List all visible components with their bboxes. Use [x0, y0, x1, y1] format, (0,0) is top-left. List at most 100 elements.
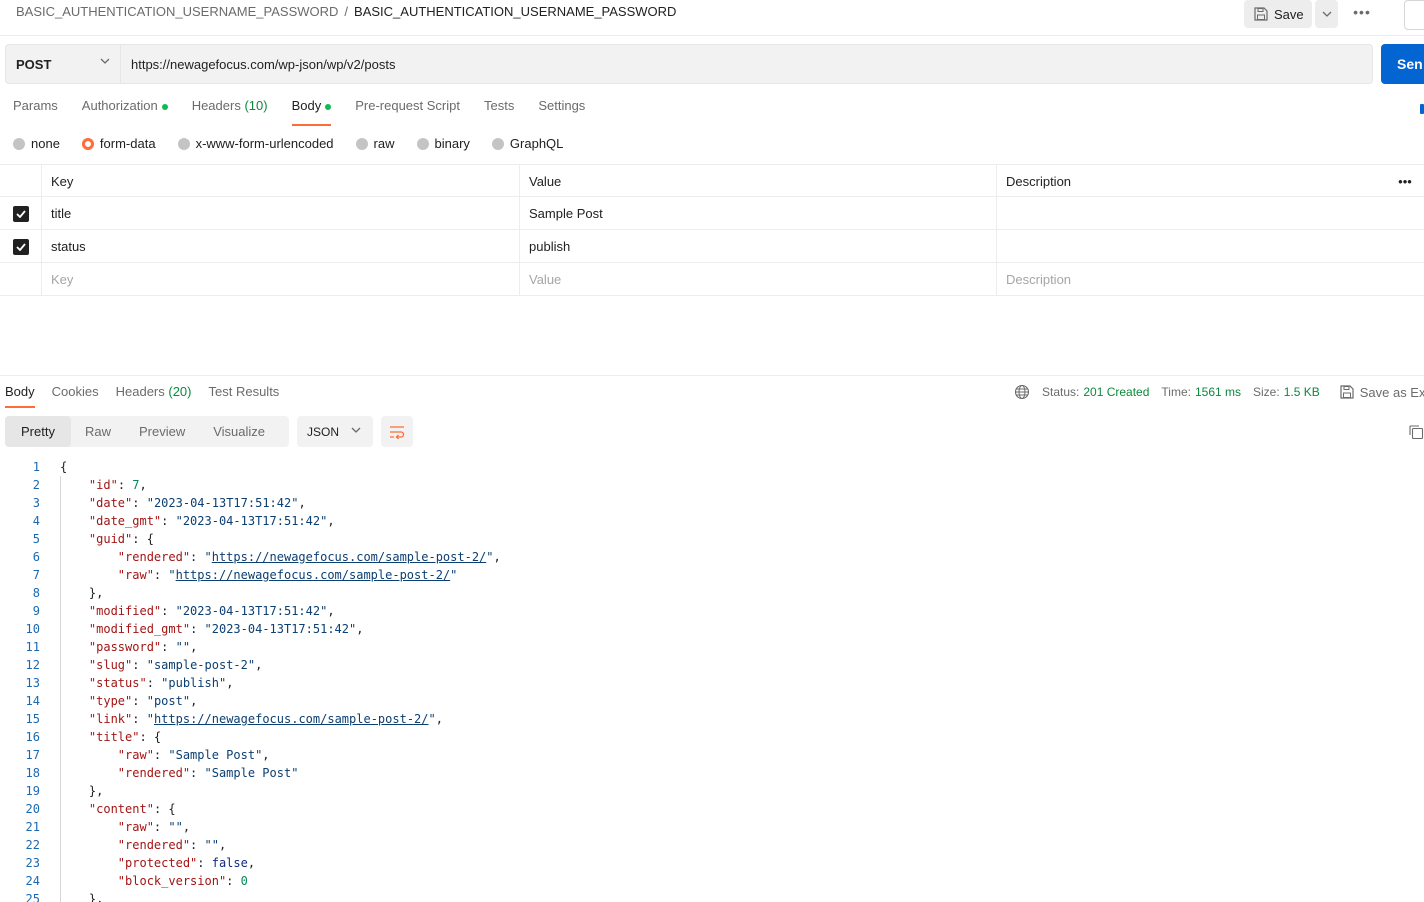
send-button[interactable]: Sen [1381, 44, 1424, 84]
tab-settings[interactable]: Settings [538, 98, 585, 124]
format-raw[interactable]: Raw [71, 416, 125, 447]
save-as-example-button[interactable]: Save as Exam [1340, 385, 1424, 400]
code-text: "raw": "", [60, 818, 190, 836]
body-type-urlencoded[interactable]: x-www-form-urlencoded [177, 136, 334, 151]
code-line: 20 "content": { [0, 800, 1424, 818]
tab-headers[interactable]: Headers (10) [192, 98, 268, 124]
format-tabs: Pretty Raw Preview Visualize [5, 416, 289, 447]
format-visualize[interactable]: Visualize [199, 416, 279, 447]
size-value[interactable]: 1.5 KB [1284, 385, 1320, 399]
more-options-icon[interactable]: ••• [1350, 4, 1374, 20]
format-preview[interactable]: Preview [125, 416, 199, 447]
code-token: : [153, 820, 169, 834]
line-number: 1 [32, 460, 40, 474]
code-line: 12 "slug": "sample-post-2", [0, 656, 1424, 674]
value-input[interactable]: publish [519, 230, 997, 263]
tab-test-results[interactable]: Test Results [209, 384, 280, 407]
body-type-form-data[interactable]: form-data [81, 136, 156, 151]
save-button[interactable]: Save [1244, 0, 1312, 28]
description-input[interactable] [996, 230, 1386, 263]
code-token: "guid" [88, 532, 133, 546]
code-text: "link": "https://newagefocus.com/sample-… [60, 710, 443, 728]
code-token: "protected" [117, 856, 198, 870]
key-input[interactable]: title [41, 197, 519, 230]
key-input[interactable]: status [41, 230, 519, 263]
code-text: "modified_gmt": "2023-04-13T17:51:42", [60, 620, 364, 638]
save-options-button[interactable] [1315, 0, 1338, 28]
json-link[interactable]: https://newagefocus.com/sample-post-2/ [154, 712, 429, 726]
wrap-lines-button[interactable] [381, 416, 413, 447]
value-input[interactable]: Sample Post [519, 197, 997, 230]
code-line: 21 "raw": "", [0, 818, 1424, 836]
edit-icon[interactable] [1404, 0, 1424, 30]
tab-response-cookies[interactable]: Cookies [52, 384, 99, 407]
tab-tests[interactable]: Tests [484, 98, 514, 124]
description-input-placeholder[interactable]: Description [996, 263, 1386, 296]
response-meta: Status: 201 Created Time: 1561 ms Size: … [1014, 384, 1424, 400]
code-token: "rendered" [117, 550, 191, 564]
code-line: 25 }, [0, 890, 1424, 902]
tab-authorization[interactable]: Authorization [82, 98, 168, 124]
method-select[interactable]: POST [5, 44, 121, 84]
url-input[interactable]: https://newagefocus.com/wp-json/wp/v2/po… [121, 44, 1373, 84]
body-type-none[interactable]: none [13, 136, 60, 151]
json-link[interactable]: https://newagefocus.com/sample-post-2/ [176, 568, 451, 582]
code-token: : [190, 838, 205, 852]
checkbox-checked-icon[interactable] [13, 205, 29, 222]
row-checkbox-cell [0, 197, 42, 230]
status-value[interactable]: 201 Created [1083, 385, 1149, 399]
code-token: "modified" [88, 604, 162, 618]
code-text: "rendered": "https://newagefocus.com/sam… [60, 548, 501, 566]
code-token: , [327, 514, 335, 528]
tab-response-headers[interactable]: Headers (20) [116, 384, 192, 407]
table-header-row: Key Value Description ••• [0, 164, 1424, 198]
top-bar: BASIC_AUTHENTICATION_USERNAME_PASSWORD / B… [0, 0, 1424, 36]
tab-response-body[interactable]: Body [5, 384, 35, 408]
table-options-icon[interactable]: ••• [1386, 165, 1424, 198]
body-type-graphql[interactable]: GraphQL [491, 136, 563, 151]
json-link[interactable]: https://newagefocus.com/sample-post-2/ [212, 550, 487, 564]
radio-icon [355, 137, 368, 150]
tab-label: Pre-request Script [355, 98, 460, 113]
format-pretty[interactable]: Pretty [5, 416, 71, 447]
line-number: 25 [25, 892, 40, 902]
tab-body[interactable]: Body [291, 98, 332, 126]
cookies-link-marker[interactable] [1420, 104, 1424, 114]
line-number: 10 [25, 622, 40, 636]
line-number: 13 [25, 676, 40, 690]
tab-label: Test Results [208, 384, 280, 399]
globe-icon[interactable] [1014, 384, 1030, 400]
checkbox-checked-icon[interactable] [13, 238, 29, 255]
breadcrumb-collection[interactable]: BASIC_AUTHENTICATION_USERNAME_PASSWORD [16, 4, 338, 19]
language-select[interactable]: JSON [297, 416, 373, 447]
copy-icon[interactable] [1408, 424, 1424, 440]
code-token: , [356, 622, 364, 636]
value-input-placeholder[interactable]: Value [519, 263, 997, 296]
code-token: "status" [88, 676, 147, 690]
code-token: , [327, 604, 335, 618]
breadcrumb-request-name[interactable]: BASIC_AUTHENTICATION_USERNAME_PASSWORD [354, 4, 676, 19]
body-type-binary[interactable]: binary [416, 136, 470, 151]
pane-divider[interactable] [0, 375, 1424, 376]
tab-params[interactable]: Params [13, 98, 58, 124]
code-text: "guid": { [60, 530, 154, 548]
key-input-placeholder[interactable]: Key [41, 263, 519, 296]
description-input[interactable] [996, 197, 1386, 230]
code-token: , [226, 676, 234, 690]
tab-pre-request-script[interactable]: Pre-request Script [355, 98, 460, 124]
time-value[interactable]: 1561 ms [1195, 385, 1241, 399]
code-token: : [161, 514, 176, 528]
code-token: : [226, 874, 241, 888]
response-body-viewer[interactable]: 1{2 "id": 7, 3 "date": "2023-04-13T17:51:… [0, 458, 1424, 902]
line-number: 23 [25, 856, 40, 870]
body-type-raw[interactable]: raw [355, 136, 395, 151]
code-line: 16 "title": { [0, 728, 1424, 746]
radio-icon [491, 137, 504, 150]
